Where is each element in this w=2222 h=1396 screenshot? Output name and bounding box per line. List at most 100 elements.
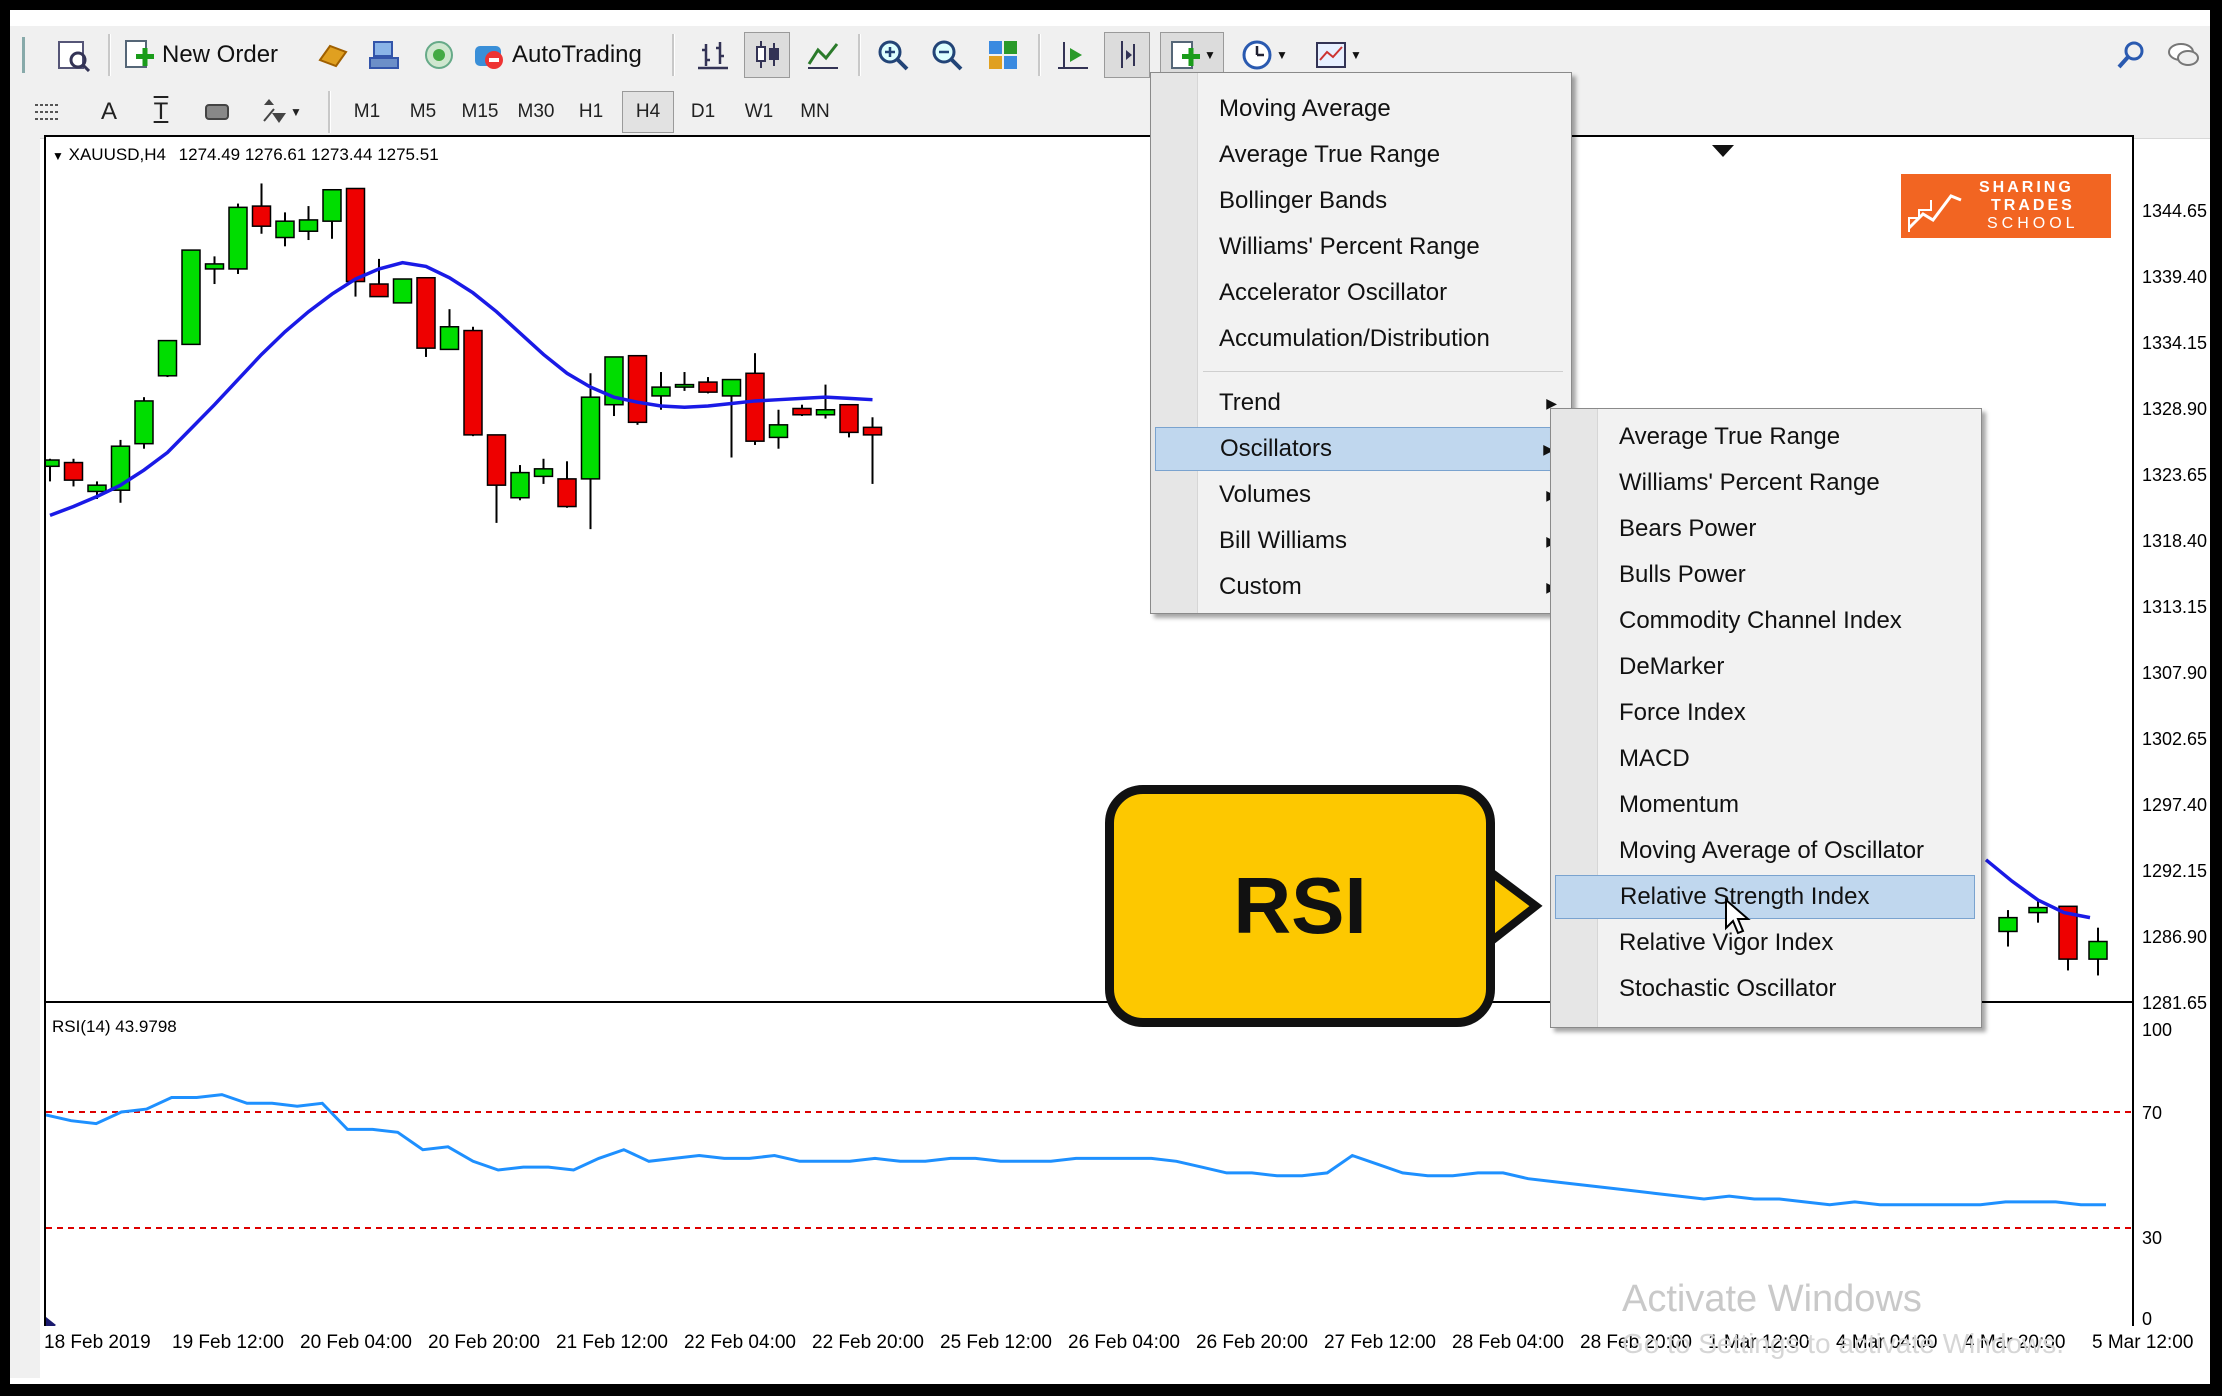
autotrading-button[interactable]: AutoTrading [472, 32, 662, 78]
candle-body [46, 459, 60, 468]
menu-item-relative-vigor-index[interactable]: Relative Vigor Index [1553, 921, 1977, 965]
tf-m15[interactable]: M15 [454, 91, 506, 133]
shift-end-icon[interactable] [1050, 32, 1096, 78]
menu-item-accumulation-distribution[interactable]: Accumulation/Distribution [1153, 317, 1567, 361]
search-icon[interactable] [2108, 32, 2154, 78]
separator [672, 34, 675, 76]
timeframes-toolbar: A T ▼ M1 M5 M15 M30 H1 H4 D1 W1 MN [10, 86, 2210, 139]
candle-body [439, 326, 460, 351]
chevron-down-icon: ▼ [1204, 48, 1216, 62]
tf-d1[interactable]: D1 [678, 91, 728, 133]
new-order-label: New Order [162, 41, 279, 68]
autotrading-icon [475, 46, 503, 69]
menu-item-momentum[interactable]: Momentum [1553, 783, 1977, 827]
zoom-out-icon[interactable] [924, 32, 970, 78]
menu-item-custom[interactable]: Custom▶ [1153, 565, 1567, 609]
menu-item-volumes[interactable]: Volumes▶ [1153, 473, 1567, 517]
menu-item-relative-strength-index[interactable]: Relative Strength Index [1555, 875, 1975, 919]
terminal-window: New Order AutoTrading ▼ ▼ ▼ A T ▼ M1 M5 … [10, 10, 2210, 1384]
candle-body [1998, 916, 2018, 933]
rectangle-label-icon[interactable] [196, 91, 238, 133]
tf-m1[interactable]: M1 [342, 91, 392, 133]
period-separator-marker [1712, 145, 1734, 157]
rsi-tick: 100 [2142, 1020, 2173, 1040]
menu-label: Oscillators [1220, 435, 1333, 462]
separator [328, 91, 331, 133]
tf-h4[interactable]: H4 [622, 91, 674, 133]
data-window-icon[interactable] [362, 32, 408, 78]
price-tick: 1297.40 [2142, 795, 2208, 815]
menu-item-macd[interactable]: MACD [1553, 737, 1977, 781]
menu-item-demarker[interactable]: DeMarker [1553, 645, 1977, 689]
history-icon[interactable] [310, 32, 356, 78]
candle-body [580, 396, 601, 480]
new-order-button[interactable]: New Order [122, 32, 312, 78]
candle-body [486, 434, 507, 486]
candle-body [369, 283, 389, 298]
arrows-menu[interactable]: ▼ [250, 91, 312, 133]
tf-m5[interactable]: M5 [398, 91, 448, 133]
menu-item-bollinger-bands[interactable]: Bollinger Bands [1153, 179, 1567, 223]
menu-separator [1203, 371, 1563, 372]
candle-body [721, 378, 742, 397]
chat-icon[interactable] [2160, 32, 2206, 78]
logo-line1: SHARING [1979, 179, 2074, 196]
menu-item-bulls-power[interactable]: Bulls Power [1553, 553, 1977, 597]
candle-body [181, 249, 201, 346]
periods-icon [1242, 40, 1272, 70]
menu-item-stochastic-oscillator[interactable]: Stochastic Oscillator [1553, 967, 1977, 1011]
zoom-in-icon[interactable] [870, 32, 916, 78]
tile-windows-icon[interactable] [980, 32, 1026, 78]
menu-label: Bill Williams [1219, 527, 1347, 554]
menu-item-williams-percent-range[interactable]: Williams' Percent Range [1553, 461, 1977, 505]
menu-item-bears-power[interactable]: Bears Power [1553, 507, 1977, 551]
tf-mn[interactable]: MN [790, 91, 840, 133]
tf-h1[interactable]: H1 [566, 91, 616, 133]
candle-body [2088, 940, 2108, 960]
candle-body [627, 354, 648, 424]
time-tick: 25 Feb 12:00 [940, 1332, 1052, 1353]
menu-label: Trend [1219, 389, 1281, 416]
market-watch-icon[interactable] [50, 32, 96, 78]
price-tick: 1281.65 [2142, 993, 2208, 1013]
candle-body [2028, 906, 2048, 914]
tf-m30[interactable]: M30 [510, 91, 562, 133]
bar-chart-icon[interactable] [690, 32, 736, 78]
tf-w1[interactable]: W1 [734, 91, 784, 133]
time-tick: 5 Mar 12:00 [2092, 1332, 2194, 1353]
time-tick: 20 Feb 04:00 [300, 1332, 412, 1353]
chevron-down-icon[interactable]: ▼ [52, 149, 64, 163]
text-tool[interactable]: A [88, 91, 130, 133]
menu-item-williams-percent-range[interactable]: Williams' Percent Range [1153, 225, 1567, 269]
time-tick: 27 Feb 12:00 [1324, 1332, 1436, 1353]
menu-item-accelerator-oscillator[interactable]: Accelerator Oscillator [1153, 271, 1567, 315]
candle-body [745, 372, 765, 442]
candle-body [392, 278, 413, 304]
menu-label: Custom [1219, 573, 1302, 600]
crosshair-icon[interactable] [26, 91, 68, 133]
menu-item-average-true-range[interactable]: Average True Range [1553, 415, 1977, 459]
signals-icon[interactable] [416, 32, 462, 78]
candlestick-icon[interactable] [744, 32, 790, 78]
menu-item-bill-williams[interactable]: Bill Williams▶ [1153, 519, 1567, 563]
menu-item-commodity-channel-index[interactable]: Commodity Channel Index [1553, 599, 1977, 643]
candle-body [157, 339, 178, 377]
menu-item-force-index[interactable]: Force Index [1553, 691, 1977, 735]
price-tick: 1286.90 [2142, 927, 2208, 947]
menu-item-moving-average-of-oscillator[interactable]: Moving Average of Oscillator [1553, 829, 1977, 873]
text-label-tool[interactable]: T [140, 91, 182, 133]
menu-item-moving-average[interactable]: Moving Average [1153, 87, 1567, 131]
autoscroll-icon[interactable] [1104, 32, 1150, 78]
price-tick: 1313.15 [2142, 597, 2208, 617]
menu-item-average-true-range[interactable]: Average True Range [1153, 133, 1567, 177]
candle-body [87, 484, 107, 493]
separator [108, 34, 111, 76]
logo-mark-icon [1907, 194, 1962, 232]
menu-item-oscillators[interactable]: Oscillators ▶ [1155, 427, 1565, 471]
menu-item-trend[interactable]: Trend ▶ [1153, 381, 1567, 425]
rsi-callout: RSI [1105, 785, 1495, 1027]
candle-body [510, 471, 530, 499]
chevron-down-icon: ▼ [290, 105, 302, 119]
templates-icon [1316, 42, 1347, 68]
line-chart-icon[interactable] [800, 32, 846, 78]
